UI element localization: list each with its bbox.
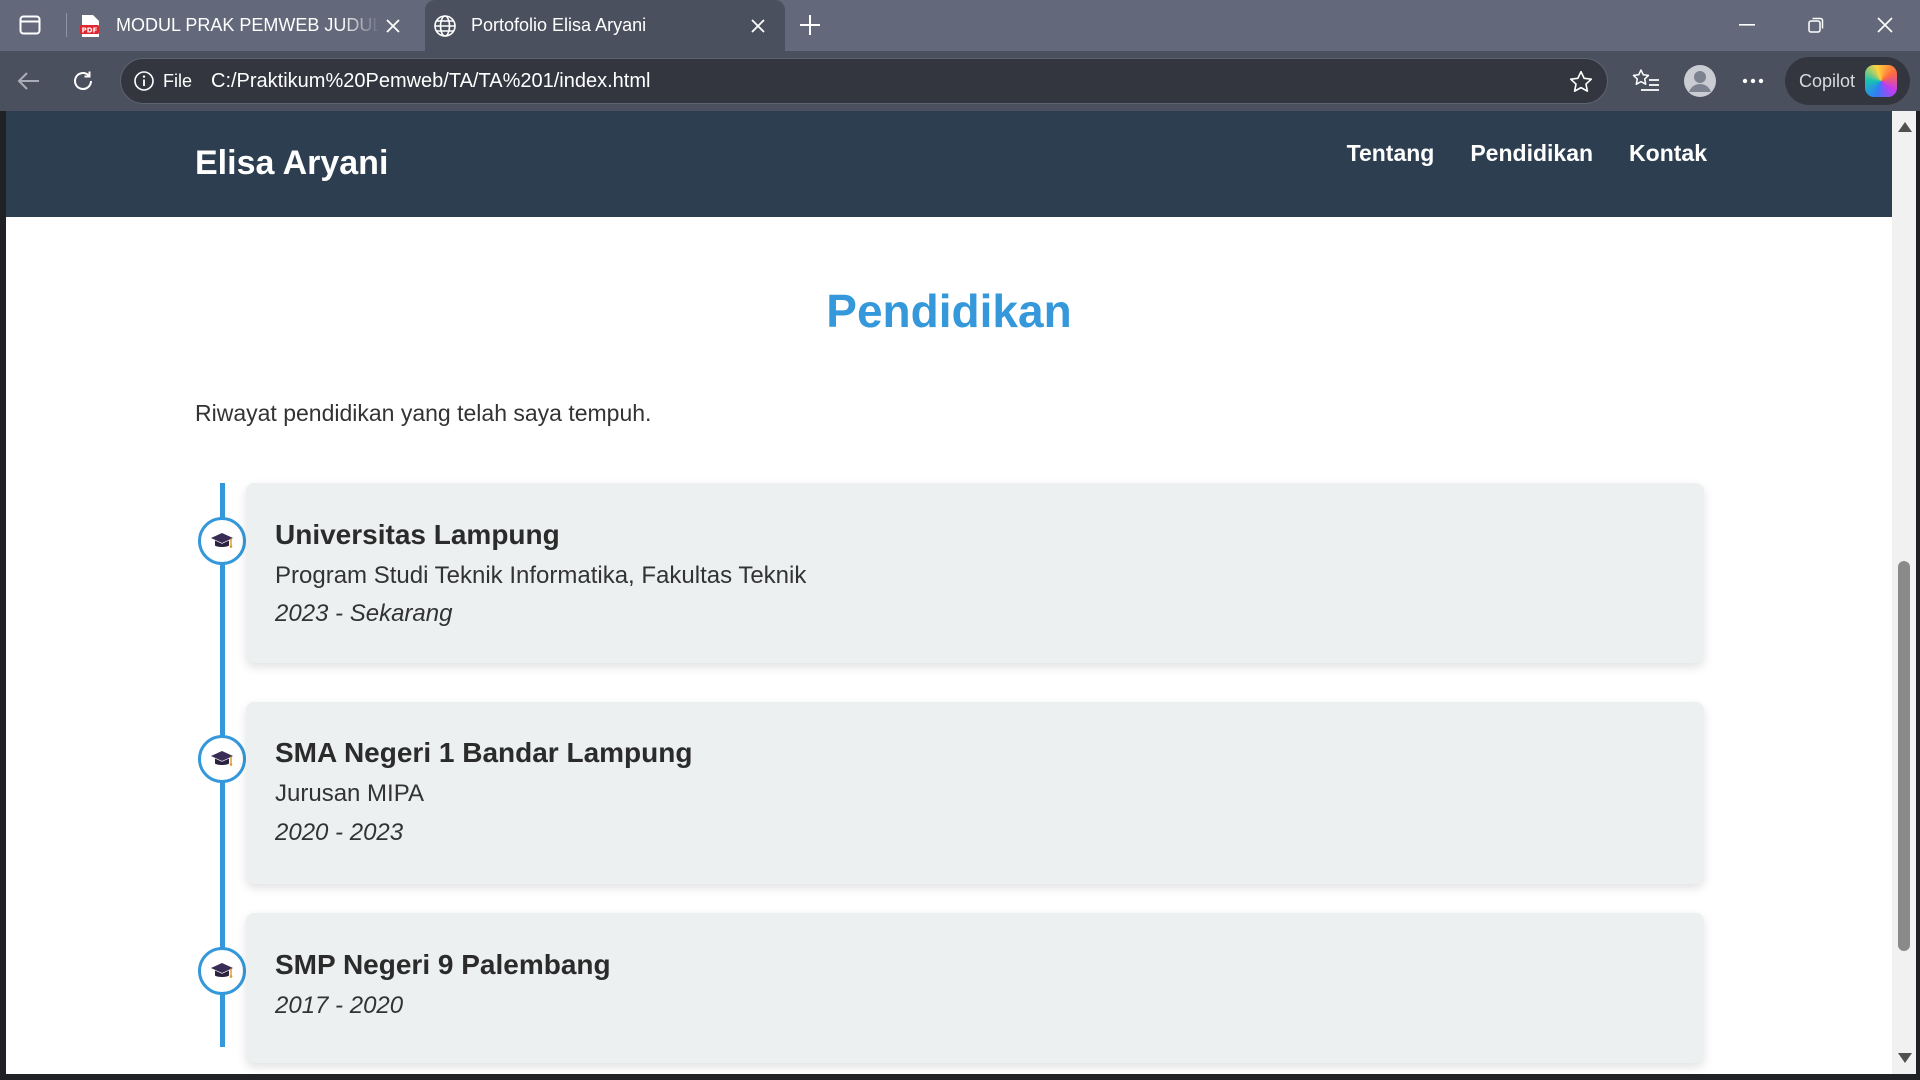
- graduation-cap-icon: [211, 751, 233, 766]
- close-tab-icon[interactable]: [380, 13, 406, 39]
- copilot-button[interactable]: Copilot: [1785, 57, 1910, 105]
- tab-pdf-document[interactable]: PDF MODUL PRAK PEMWEB JUDUL 1.pdf: [70, 0, 420, 51]
- education-card: Universitas Lampung Program Studi Teknik…: [246, 483, 1704, 663]
- minimize-icon: [1739, 24, 1755, 26]
- browser-tab-strip: PDF MODUL PRAK PEMWEB JUDUL 1.pdf Portof…: [0, 0, 1920, 51]
- favorites-list-icon: [1632, 69, 1659, 91]
- favorite-star-button[interactable]: [1567, 68, 1595, 96]
- url-text: C:/Praktikum%20Pemweb/TA/TA%201/index.ht…: [211, 70, 651, 92]
- plus-icon: [800, 15, 820, 35]
- program-text: Program Studi Teknik Informatika, Fakult…: [275, 562, 807, 589]
- education-card: SMP Negeri 9 Palembang 2017 - 2020: [246, 913, 1704, 1063]
- avatar-icon: [1684, 65, 1716, 97]
- browser-toolbar: File C:/Praktikum%20Pemweb/TA/TA%201/ind…: [0, 51, 1920, 111]
- page-scrollbar[interactable]: [1892, 111, 1916, 1074]
- tab-actions-menu-button[interactable]: [12, 10, 48, 40]
- graduation-cap-icon: [211, 963, 233, 978]
- pdf-icon: PDF: [78, 14, 102, 38]
- site-nav: Tentang Pendidikan Kontak: [1347, 140, 1707, 167]
- reload-button[interactable]: [64, 62, 102, 100]
- favorites-button[interactable]: [1627, 62, 1665, 100]
- timeline-marker: [198, 735, 246, 783]
- back-arrow-icon: [17, 72, 39, 90]
- globe-icon: [433, 14, 457, 38]
- info-icon: [134, 71, 154, 91]
- close-icon: [1877, 17, 1893, 33]
- tab-title: Portofolio Elisa Aryani: [471, 15, 647, 35]
- new-tab-button[interactable]: [792, 9, 828, 41]
- years-text: 2017 - 2020: [275, 992, 404, 1019]
- more-dots-icon: [1742, 78, 1764, 84]
- star-icon: [1569, 70, 1593, 92]
- program-text: Jurusan MIPA: [275, 780, 424, 807]
- svg-text:PDF: PDF: [82, 26, 98, 34]
- scroll-down-arrow-icon[interactable]: [1898, 1053, 1912, 1063]
- scroll-thumb[interactable]: [1898, 561, 1910, 951]
- restore-button[interactable]: [1793, 8, 1839, 42]
- site-info-label: File: [163, 70, 193, 91]
- education-card: SMA Negeri 1 Bandar Lampung Jurusan MIPA…: [246, 702, 1704, 884]
- reload-icon: [74, 71, 92, 90]
- page-viewport: Elisa Aryani Tentang Pendidikan Kontak P…: [6, 111, 1892, 1074]
- timeline-marker: [198, 947, 246, 995]
- school-name: SMA Negeri 1 Bandar Lampung: [275, 737, 693, 768]
- school-name: SMP Negeri 9 Palembang: [275, 949, 611, 980]
- timeline-marker: [198, 517, 246, 565]
- education-timeline: Universitas Lampung Program Studi Teknik…: [195, 483, 1704, 1074]
- address-bar[interactable]: File C:/Praktikum%20Pemweb/TA/TA%201/ind…: [120, 58, 1608, 104]
- section-title: Pendidikan: [826, 285, 1072, 337]
- scroll-up-arrow-icon[interactable]: [1898, 122, 1912, 132]
- back-button[interactable]: [10, 62, 48, 100]
- restore-icon: [1808, 17, 1824, 33]
- nav-link-tentang[interactable]: Tentang: [1347, 140, 1435, 167]
- section-intro: Riwayat pendidikan yang telah saya tempu…: [195, 400, 652, 426]
- tab-title: MODUL PRAK PEMWEB JUDUL 1.pdf: [116, 15, 380, 35]
- years-text: 2023 - Sekarang: [275, 600, 453, 627]
- close-tab-icon[interactable]: [745, 13, 771, 39]
- graduation-cap-icon: [211, 533, 233, 548]
- profile-button[interactable]: [1681, 62, 1719, 100]
- settings-more-button[interactable]: [1734, 62, 1772, 100]
- tab-portfolio[interactable]: Portofolio Elisa Aryani: [425, 0, 785, 51]
- tab-actions-icon: [19, 15, 41, 35]
- school-name: Universitas Lampung: [275, 519, 560, 550]
- close-window-button[interactable]: [1862, 8, 1908, 42]
- tab-separator: [66, 13, 67, 37]
- copilot-label: Copilot: [1799, 70, 1856, 91]
- site-logo[interactable]: Elisa Aryani: [195, 144, 388, 183]
- copilot-icon: [1865, 65, 1898, 97]
- site-info-button[interactable]: File: [133, 67, 192, 95]
- site-header: Elisa Aryani Tentang Pendidikan Kontak: [6, 111, 1892, 217]
- nav-link-pendidikan[interactable]: Pendidikan: [1470, 140, 1593, 167]
- minimize-button[interactable]: [1724, 8, 1770, 42]
- years-text: 2020 - 2023: [275, 819, 404, 846]
- nav-link-kontak[interactable]: Kontak: [1629, 140, 1707, 167]
